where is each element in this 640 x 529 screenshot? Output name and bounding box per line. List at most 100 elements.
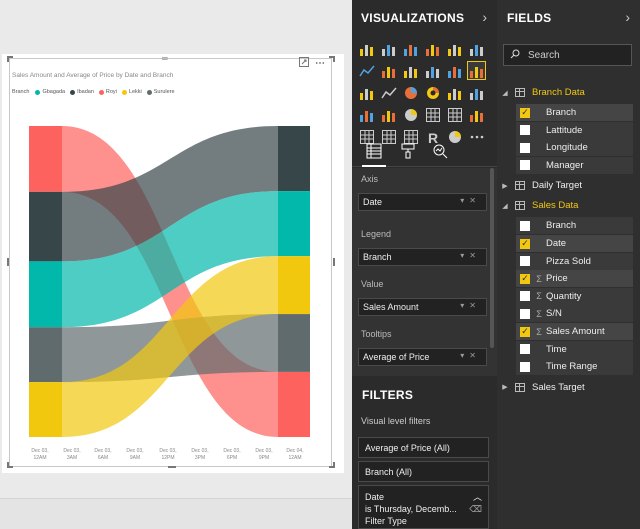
clustered-column-icon[interactable]	[423, 39, 442, 58]
bar-segment-lekki-start[interactable]	[29, 382, 62, 437]
field-manager[interactable]: Manager	[516, 156, 633, 174]
card-icon[interactable]	[423, 105, 442, 124]
well-value-field[interactable]: Sales Amount ▾✕	[358, 298, 487, 316]
bar-segment-ibadan-start[interactable]	[29, 191, 62, 262]
field-quantity[interactable]: Σ Quantity	[516, 287, 633, 305]
field-time[interactable]: Time	[516, 340, 633, 358]
x-tick-label: Dec 03, 12AM	[31, 448, 48, 461]
treemap-icon[interactable]	[445, 83, 464, 102]
bar-segment-gbagada-start[interactable]	[29, 261, 62, 328]
field-checkbox[interactable]: ✓	[520, 238, 530, 249]
report-canvas: ═ ⋯ Sales Amount and Average of Price by…	[0, 0, 352, 529]
field-name: Sales Amount	[546, 326, 605, 337]
area-chart-icon[interactable]	[379, 61, 398, 80]
eraser-icon[interactable]: ⌫	[469, 503, 482, 515]
well-axis-controls[interactable]: ▾✕	[460, 196, 481, 205]
field-checkbox[interactable]	[520, 308, 530, 319]
line-column-icon[interactable]	[423, 61, 442, 80]
gauge-icon[interactable]	[401, 105, 420, 124]
field-table-branch-data[interactable]: ◢ Branch Data	[497, 84, 640, 101]
fields-tab-icon[interactable]	[362, 141, 386, 167]
field-checkbox[interactable]: ✓	[520, 326, 530, 337]
field-checkbox[interactable]	[520, 344, 530, 355]
wells-scrollbar[interactable]	[490, 168, 494, 348]
bar-segment-royi-start[interactable]	[29, 126, 62, 192]
well-axis-field[interactable]: Date ▾✕	[358, 193, 487, 211]
kpi-icon[interactable]	[467, 105, 486, 124]
analytics-icon[interactable]	[430, 141, 450, 161]
bar-segment-ibadan-end[interactable]	[278, 126, 310, 192]
ribbon-chart-icon[interactable]	[467, 61, 486, 80]
expand-triangle-icon[interactable]: ▶	[500, 383, 510, 391]
field-table-daily-target[interactable]: ▶ Daily Target	[497, 177, 640, 194]
filter-branch[interactable]: Branch (All)	[358, 461, 489, 482]
well-value-controls[interactable]: ▾✕	[460, 301, 481, 310]
format-paint-icon[interactable]	[398, 141, 418, 161]
field-sales-amount[interactable]: ✓ Σ Sales Amount	[516, 323, 633, 340]
field-name: Quantity	[546, 290, 582, 302]
funnel-icon[interactable]	[379, 105, 398, 124]
sigma-icon: Σ	[536, 273, 542, 284]
chevron-right-icon[interactable]: ›	[482, 9, 487, 25]
field-s-n[interactable]: Σ S/N	[516, 305, 633, 323]
line-chart-icon[interactable]	[357, 61, 376, 80]
field-checkbox[interactable]	[520, 160, 530, 171]
field-price[interactable]: ✓ Σ Price	[516, 270, 633, 288]
pie-icon[interactable]	[401, 83, 420, 102]
chevron-up-icon[interactable]: ︿	[473, 491, 482, 503]
table-name: Sales Data	[532, 200, 579, 212]
line-clustered-column-icon[interactable]	[445, 61, 464, 80]
field-longitude[interactable]: Longitude	[516, 139, 633, 157]
100-stacked-bar-icon[interactable]	[445, 39, 464, 58]
field-lattitude[interactable]: Lattitude	[516, 121, 633, 139]
x-tick-label: Dec 03, 3PM	[191, 448, 208, 461]
field-checkbox[interactable]	[520, 361, 530, 372]
field-pizza-sold[interactable]: Pizza Sold	[516, 252, 633, 270]
field-table-sales-data[interactable]: ◢ Sales Data	[497, 197, 640, 214]
well-legend-controls[interactable]: ▾✕	[460, 251, 481, 260]
collapse-triangle-icon[interactable]: ◢	[500, 89, 510, 97]
waterfall-icon[interactable]	[357, 83, 376, 102]
bar-segment-surulere-start[interactable]	[29, 327, 62, 383]
bar-segment-royi-end[interactable]	[278, 371, 310, 437]
fields-search-input[interactable]: Search	[503, 44, 632, 66]
bar-segment-surulere-end[interactable]	[278, 314, 310, 372]
field-checkbox[interactable]: ✓	[520, 107, 530, 118]
100-stacked-column-icon[interactable]	[467, 39, 486, 58]
stacked-column-icon[interactable]	[379, 39, 398, 58]
expand-triangle-icon[interactable]: ▶	[500, 182, 510, 190]
field-checkbox[interactable]	[520, 142, 530, 153]
filter-average-of-price[interactable]: Average of Price (All)	[358, 437, 489, 458]
field-checkbox[interactable]	[520, 291, 530, 302]
sigma-icon: Σ	[536, 326, 542, 337]
filled-map-icon[interactable]	[357, 105, 376, 124]
ribbon-chart-visual[interactable]: ═ ⋯ Sales Amount and Average of Price by…	[2, 54, 344, 473]
field-checkbox[interactable]: ✓	[520, 273, 530, 284]
field-date[interactable]: ✓ Date	[516, 235, 633, 252]
filter-date[interactable]: Date ︿ is Thursday, Decemb... ⌫ Filter T…	[358, 485, 489, 529]
well-tooltips-controls[interactable]: ▾✕	[460, 351, 481, 360]
chevron-right-icon[interactable]: ›	[625, 9, 630, 25]
stacked-area-icon[interactable]	[401, 61, 420, 80]
field-table-sales-target[interactable]: ▶ Sales Target	[497, 379, 640, 396]
scatter-icon[interactable]	[379, 83, 398, 102]
map-icon[interactable]	[467, 83, 486, 102]
stacked-bar-icon[interactable]	[357, 39, 376, 58]
donut-icon[interactable]	[423, 83, 442, 102]
field-checkbox[interactable]	[520, 220, 530, 231]
clustered-bar-icon[interactable]	[401, 39, 420, 58]
field-branch[interactable]: Branch	[516, 217, 633, 235]
field-name: Time	[546, 343, 567, 355]
table-icon	[515, 88, 525, 97]
multi-row-card-icon[interactable]	[445, 105, 464, 124]
bar-segment-lekki-end[interactable]	[278, 256, 310, 315]
well-legend-field[interactable]: Branch ▾✕	[358, 248, 487, 266]
well-tooltips-field[interactable]: Average of Price ▾✕	[358, 348, 487, 366]
collapse-triangle-icon[interactable]: ◢	[500, 202, 510, 210]
bar-segment-gbagada-end[interactable]	[278, 191, 310, 257]
field-time-range[interactable]: Time Range	[516, 358, 633, 376]
field-checkbox[interactable]	[520, 125, 530, 136]
field-checkbox[interactable]	[520, 256, 530, 267]
field-branch[interactable]: ✓ Branch	[516, 104, 633, 121]
table-icon	[515, 382, 525, 392]
